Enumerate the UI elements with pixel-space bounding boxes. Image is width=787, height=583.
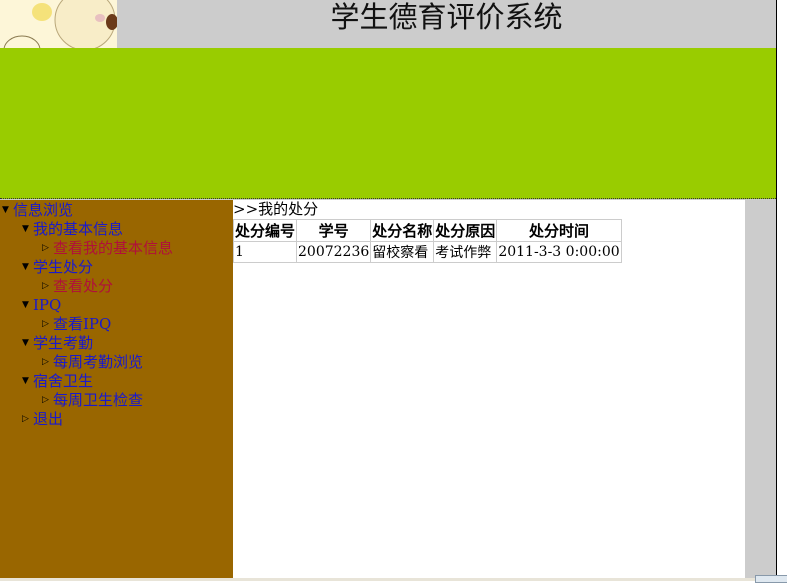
tree-item-label: IPQ [33, 296, 62, 314]
expand-triangle-icon: ▼ [22, 300, 29, 310]
column-header: 处分原因 [433, 219, 498, 242]
tree-item-label: 查看处分 [53, 277, 114, 295]
tree-item-label: 信息浏览 [13, 201, 74, 219]
main-content: >>我的处分 处分编号 学号 处分名称 处分原因 处分时间 1 20072236 留校察看考… [232, 200, 745, 578]
expand-triangle-icon: ▼ [22, 376, 29, 386]
tree-item[interactable]: ▷ 每周卫生检查 [42, 391, 143, 410]
column-header: 处分编号 [232, 219, 298, 242]
breadcrumb: >>我的处分 [233, 200, 319, 218]
table-header-row: 处分编号 学号 处分名称 处分原因 处分时间 [232, 219, 622, 242]
tree-item[interactable]: ▷ 退出 [22, 410, 63, 429]
collapsed-triangle-icon: ▷ [42, 357, 49, 367]
expand-triangle-icon: ▼ [2, 205, 9, 215]
banner-band [0, 48, 776, 199]
tree-item-label: 每周卫生检查 [53, 391, 144, 409]
expand-triangle-icon: ▼ [22, 262, 29, 272]
tree-item[interactable]: ▼ 我的基本信息 [22, 220, 123, 239]
table-cell: 1 [232, 241, 298, 263]
tree-item[interactable]: ▷ 查看处分 [42, 277, 113, 296]
collapsed-triangle-icon: ▷ [42, 395, 49, 405]
tree-item[interactable]: ▷ 查看IPQ [42, 315, 111, 334]
tree-item-label: 查看IPQ [53, 315, 112, 333]
header: 学生德育评价系统 [0, 0, 776, 48]
table-cell: 考试作弊 [433, 241, 498, 263]
expand-triangle-icon: ▼ [22, 338, 29, 348]
sidebar-tree: ▼ 信息浏览 ▼ 我的基本信息 ▷ 查看我的基本信息 ▼ 学生处分 ▷ 查看处分 ▼ IPQ ▷ 查看IP… [0, 200, 233, 578]
collapsed-triangle-icon: ▷ [42, 243, 49, 253]
column-header: 学号 [296, 219, 372, 242]
tree-item[interactable]: ▷ 查看我的基本信息 [42, 239, 173, 258]
table-cell: 2011-3-3 0:00:00 [496, 241, 622, 263]
punishment-table: 处分编号 学号 处分名称 处分原因 处分时间 1 20072236 留校察看 考试作弊 2011… [232, 219, 622, 263]
tree-item[interactable]: ▼ 信息浏览 [2, 201, 73, 220]
tree-item[interactable]: ▼ IPQ [22, 296, 61, 315]
tree-item[interactable]: ▼ 学生处分 [22, 258, 93, 277]
collapsed-triangle-icon: ▷ [22, 414, 29, 424]
expand-triangle-icon: ▼ [22, 224, 29, 234]
tree-item-label: 宿舍卫生 [33, 372, 94, 390]
tree-item-label: 我的基本信息 [33, 220, 124, 238]
tree-item-label: 学生处分 [33, 258, 94, 276]
collapsed-triangle-icon: ▷ [42, 319, 49, 329]
scroll-corner [755, 575, 787, 583]
column-header: 处分时间 [496, 219, 622, 242]
table-row: 1 20072236 留校察看 考试作弊 2011-3-3 0:00:00 [232, 241, 622, 263]
tree-item-label: 退出 [33, 410, 64, 428]
tree-item-label: 每周考勤浏览 [53, 353, 144, 371]
tree-item[interactable]: ▼ 学生考勤 [22, 334, 93, 353]
column-header: 处分名称 [370, 219, 435, 242]
app-title: 学生德育评价系统 [330, 0, 563, 34]
table-cell: 20072236 [296, 241, 372, 263]
tree-item[interactable]: ▼ 宿舍卫生 [22, 372, 93, 391]
tree-item-label: 查看我的基本信息 [53, 239, 174, 257]
tree-item-label: 学生考勤 [33, 334, 94, 352]
collapsed-triangle-icon: ▷ [42, 281, 49, 291]
table-cell: 留校察看 [370, 241, 435, 263]
logo-image [0, 0, 117, 48]
tree-item[interactable]: ▷ 每周考勤浏览 [42, 353, 143, 372]
